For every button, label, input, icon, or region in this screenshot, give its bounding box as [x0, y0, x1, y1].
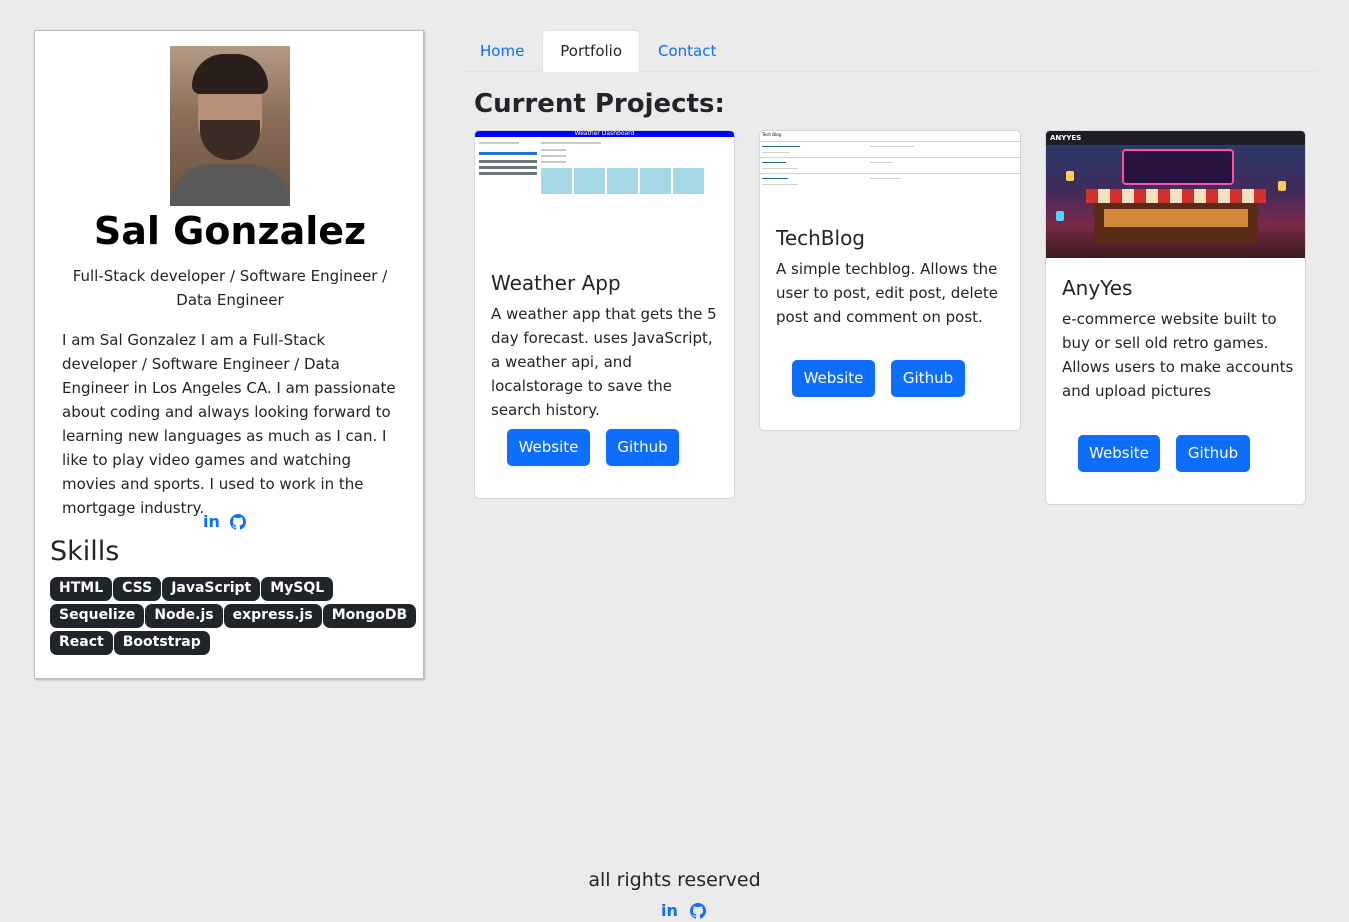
skill-badge: express.js	[223, 604, 322, 628]
skill-badge: HTML	[50, 577, 113, 601]
skill-badge: Bootstrap	[113, 631, 210, 655]
project-card-anyyes: ANYYES AnyYes e-commerce website built t…	[1045, 130, 1306, 505]
website-button[interactable]: Website	[1078, 435, 1160, 472]
linkedin-icon[interactable]: in	[203, 512, 220, 531]
github-button[interactable]: Github	[891, 360, 965, 397]
skill-badge: JavaScript	[162, 577, 261, 601]
project-title: Weather App	[491, 271, 621, 295]
footer-social-links: in	[661, 901, 706, 920]
thumbnail-title: ANYYES	[1050, 134, 1082, 142]
tab-contact[interactable]: Contact	[640, 30, 734, 71]
skill-badge: Node.js	[145, 604, 223, 628]
profile-photo	[170, 46, 290, 206]
skills-heading: Skills	[50, 536, 120, 567]
thumbnail-title: Tech Blog	[762, 132, 782, 137]
skill-badge: MongoDB	[322, 604, 417, 628]
section-title: Current Projects:	[474, 89, 725, 119]
linkedin-icon[interactable]: in	[661, 901, 678, 920]
skill-badge: Sequelize	[50, 604, 145, 628]
website-button[interactable]: Website	[507, 429, 590, 466]
project-description: A weather app that gets the 5 day foreca…	[491, 305, 717, 419]
thumbnail-title: Weather Dashboard	[475, 131, 734, 137]
profile-card: Sal Gonzalez Full-Stack developer / Soft…	[34, 30, 424, 679]
project-title: AnyYes	[1062, 276, 1133, 300]
project-card-techblog: Tech Blog TechBlog A simple techblog. Al…	[759, 130, 1021, 431]
project-description: e-commerce website built to buy or sell …	[1062, 310, 1294, 400]
skills-badges: HTML CSS JavaScript MySQL Sequelize Node…	[50, 577, 420, 655]
profile-bio: I am Sal Gonzalez I am a Full-Stack deve…	[62, 331, 396, 517]
project-title: TechBlog	[776, 226, 866, 250]
project-thumbnail: Tech Blog	[760, 131, 1020, 201]
profile-role: Full-Stack developer / Software Engineer…	[72, 267, 388, 309]
profile-social-links: in	[203, 512, 246, 531]
project-thumbnail: Weather Dashboard	[475, 131, 734, 251]
project-description: A simple techblog. Allows the user to po…	[776, 260, 998, 326]
skill-badge: MySQL	[261, 577, 334, 601]
skill-badge: React	[50, 631, 113, 655]
tab-home[interactable]: Home	[462, 30, 542, 71]
website-button[interactable]: Website	[792, 360, 875, 397]
project-card-weather: Weather Dashboard Weather App A weather …	[474, 130, 735, 499]
footer-text: all rights reserved	[588, 869, 761, 891]
nav-tabs: Home Portfolio Contact	[462, 30, 1317, 72]
github-button[interactable]: Github	[606, 429, 679, 466]
tab-portfolio[interactable]: Portfolio	[542, 30, 641, 72]
profile-name: Sal Gonzalez	[93, 209, 367, 253]
project-thumbnail: ANYYES	[1046, 131, 1305, 258]
github-icon[interactable]	[229, 512, 246, 531]
skill-badge: CSS	[113, 577, 162, 601]
github-button[interactable]: Github	[1176, 435, 1250, 472]
github-icon[interactable]	[689, 901, 706, 920]
